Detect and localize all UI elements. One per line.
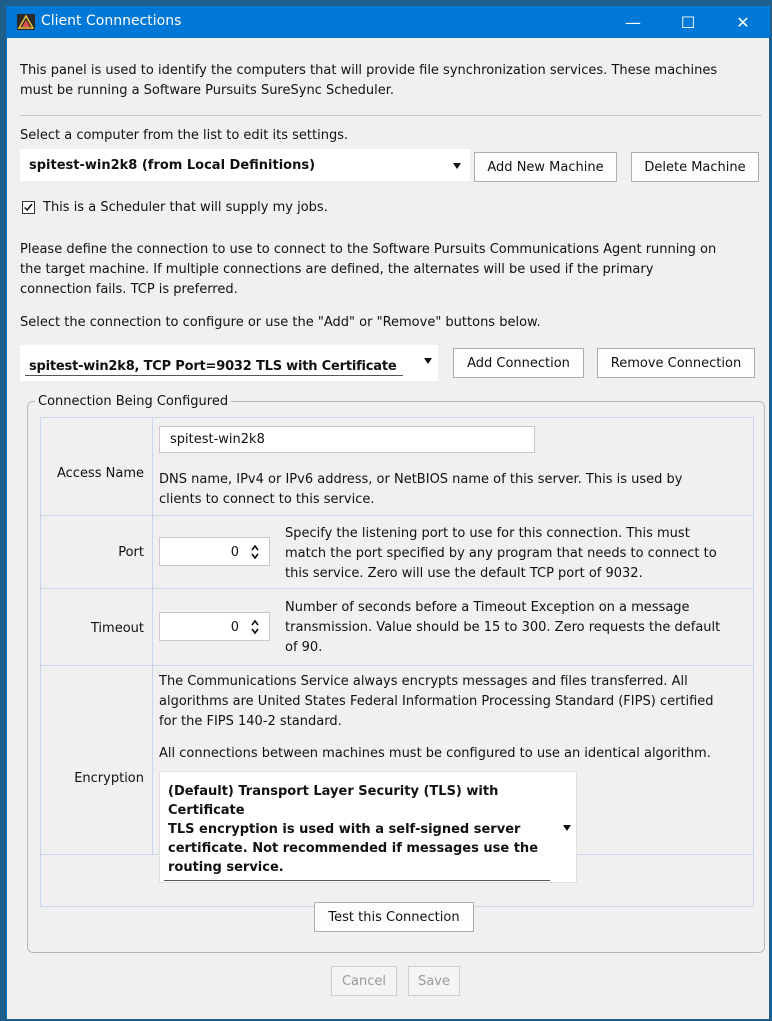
minimize-icon: — bbox=[625, 12, 641, 32]
window-title: Client Connnections bbox=[41, 13, 182, 29]
encryption-label: Encryption bbox=[74, 771, 144, 786]
timeout-spinner[interactable]: 0 bbox=[159, 612, 270, 641]
access-name-description-1: DNS name, IPv4 or IPv6 address, or NetBI… bbox=[159, 472, 683, 487]
encryption-option-line: certificate. Not recommended if messages… bbox=[168, 841, 539, 856]
maximize-icon: ☐ bbox=[680, 12, 696, 32]
computer-dropdown-value: spitest-win2k8 (from Local Definitions) bbox=[29, 158, 316, 173]
encryption-selected-value: (Default) Transport Layer Security (TLS)… bbox=[168, 782, 538, 877]
computer-dropdown[interactable]: spitest-win2k8 (from Local Definitions) bbox=[20, 149, 470, 181]
port-description-1: Specify the listening port to use for th… bbox=[285, 526, 690, 541]
dropdown-underline bbox=[25, 375, 403, 376]
define-text-line-1: Please define the connection to use to c… bbox=[20, 242, 717, 257]
spinner-arrows-icon[interactable] bbox=[251, 617, 259, 637]
save-button[interactable]: Save bbox=[408, 966, 460, 996]
select-connection-label: Select the connection to configure or us… bbox=[20, 315, 541, 330]
row-divider bbox=[40, 515, 754, 516]
intro-text-line-2: must be running a Software Pursuits Sure… bbox=[20, 83, 394, 98]
encryption-option-line: Certificate bbox=[168, 803, 245, 818]
access-name-description-2: clients to connect to this service. bbox=[159, 492, 375, 507]
dropdown-underline bbox=[164, 880, 550, 881]
chevron-down-icon bbox=[453, 163, 461, 169]
encryption-dropdown[interactable]: (Default) Transport Layer Security (TLS)… bbox=[159, 771, 577, 883]
define-text-line-2: the target machine. If multiple connecti… bbox=[20, 262, 654, 277]
chevron-down-icon bbox=[563, 825, 571, 831]
encryption-description-1: The Communications Service always encryp… bbox=[159, 674, 688, 689]
column-divider bbox=[152, 417, 153, 854]
row-divider bbox=[40, 588, 754, 589]
access-name-value: spitest-win2k8 bbox=[170, 432, 265, 447]
define-text-line-3: connection fails. TCP is preferred. bbox=[20, 282, 238, 297]
connection-dropdown[interactable]: spitest-win2k8, TCP Port=9032 TLS with C… bbox=[20, 345, 438, 381]
intro-text-line-1: This panel is used to identify the compu… bbox=[20, 63, 718, 78]
encryption-description-2: algorithms are United States Federal Inf… bbox=[159, 694, 714, 709]
timeout-description-3: of 90. bbox=[285, 640, 323, 655]
encryption-description-4: All connections between machines must be… bbox=[159, 746, 711, 761]
delete-machine-button[interactable]: Delete Machine bbox=[631, 152, 759, 182]
access-name-input[interactable]: spitest-win2k8 bbox=[159, 426, 535, 453]
cancel-button[interactable]: Cancel bbox=[331, 966, 397, 996]
encryption-option-line: TLS encryption is used with a self-signe… bbox=[168, 822, 521, 837]
client-connections-window: Client Connnections — ☐ ✕ This panel is … bbox=[6, 6, 770, 1019]
test-connection-button[interactable]: Test this Connection bbox=[314, 902, 474, 932]
timeout-description-2: transmission. Value should be 15 to 300.… bbox=[285, 620, 721, 635]
remove-connection-button[interactable]: Remove Connection bbox=[597, 348, 755, 378]
port-description-2: match the port specified by any program … bbox=[285, 546, 717, 561]
checkmark-icon bbox=[24, 203, 33, 212]
timeout-value: 0 bbox=[230, 620, 239, 635]
close-button[interactable]: ✕ bbox=[720, 6, 766, 38]
chevron-down-icon bbox=[424, 358, 432, 364]
maximize-button[interactable]: ☐ bbox=[665, 6, 711, 38]
access-name-label: Access Name bbox=[57, 466, 144, 481]
port-label: Port bbox=[118, 545, 144, 560]
select-computer-label: Select a computer from the list to edit … bbox=[20, 128, 349, 143]
connection-dropdown-value: spitest-win2k8, TCP Port=9032 TLS with C… bbox=[29, 359, 397, 374]
title-bar: Client Connnections — ☐ ✕ bbox=[7, 6, 770, 38]
group-title: Connection Being Configured bbox=[35, 394, 232, 410]
port-description-3: this service. Zero will use the default … bbox=[285, 566, 643, 581]
divider bbox=[20, 115, 762, 116]
spinner-arrows-icon[interactable] bbox=[251, 542, 259, 562]
timeout-label: Timeout bbox=[90, 621, 144, 636]
scheduler-checkbox[interactable] bbox=[22, 201, 35, 214]
encryption-option-line: (Default) Transport Layer Security (TLS)… bbox=[168, 784, 499, 799]
timeout-description-1: Number of seconds before a Timeout Excep… bbox=[285, 600, 690, 615]
minimize-button[interactable]: — bbox=[610, 6, 656, 38]
encryption-option-line: routing service. bbox=[168, 860, 284, 875]
port-value: 0 bbox=[230, 545, 239, 560]
close-icon: ✕ bbox=[736, 12, 750, 32]
add-new-machine-button[interactable]: Add New Machine bbox=[474, 152, 617, 182]
add-connection-button[interactable]: Add Connection bbox=[453, 348, 584, 378]
port-spinner[interactable]: 0 bbox=[159, 537, 270, 566]
scheduler-checkbox-label: This is a Scheduler that will supply my … bbox=[43, 200, 328, 215]
encryption-description-3: for the FIPS 140-2 standard. bbox=[159, 714, 342, 729]
app-icon bbox=[17, 14, 35, 30]
row-divider bbox=[40, 665, 754, 666]
